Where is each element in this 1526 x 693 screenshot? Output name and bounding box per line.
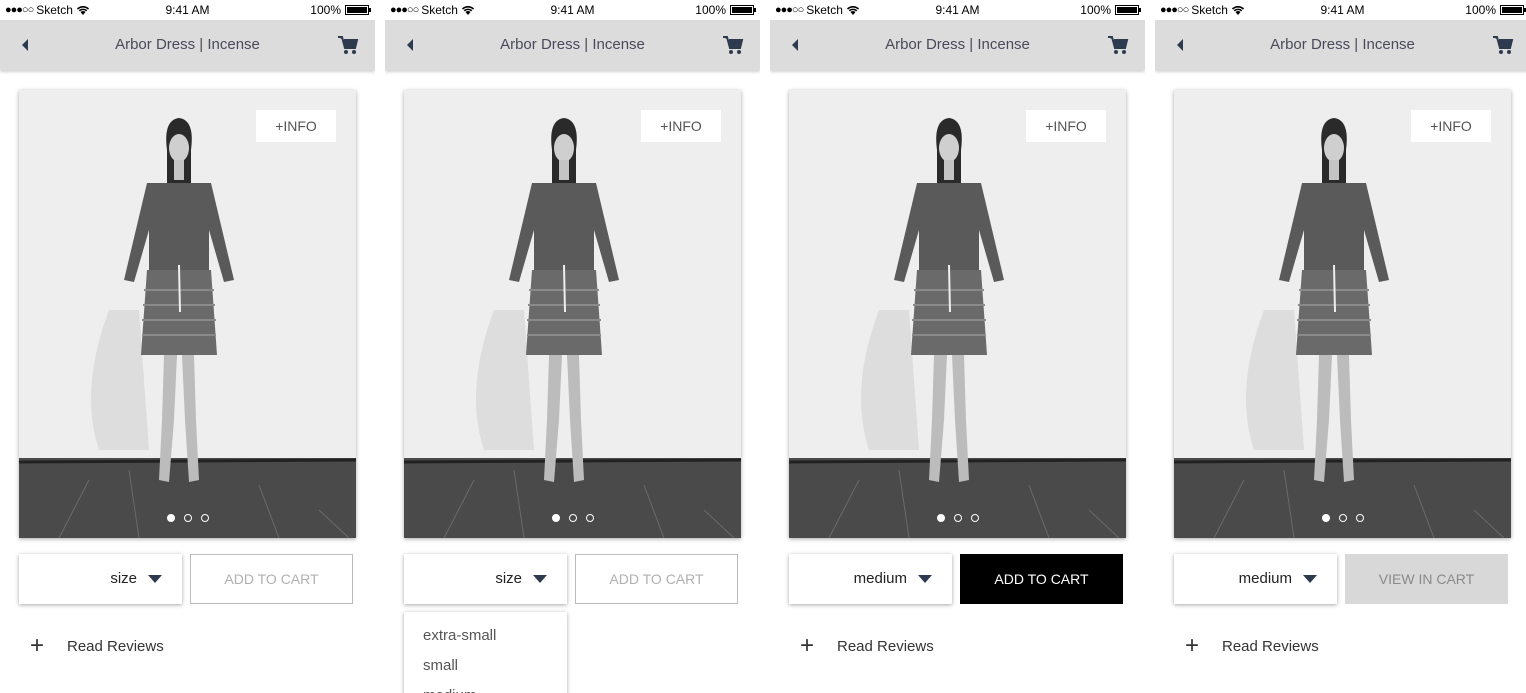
status-bar: ●●●○○ Sketch 9:41 AM 100% [770,0,1145,20]
screen-size-unselected: ●●●○○ Sketch 9:41 AM 100% Arbor Dress | … [0,0,375,693]
back-button[interactable] [786,36,804,54]
carousel-pagination [404,514,741,522]
plus-icon: + [30,632,45,659]
cart-icon[interactable] [337,34,359,56]
product-image-carousel[interactable]: +INFO [19,90,356,538]
chevron-down-icon [918,575,932,583]
nav-bar: Arbor Dress | Incense [770,20,1145,70]
nav-bar: Arbor Dress | Incense [385,20,760,70]
battery-icon [1115,5,1141,15]
carousel-pagination [19,514,356,522]
size-select-value: medium [1238,570,1292,587]
back-button[interactable] [401,36,419,54]
battery-percent: 100% [1465,3,1496,17]
size-option[interactable]: medium [423,687,476,693]
info-button[interactable]: +INFO [641,110,721,142]
size-select[interactable]: size [404,554,567,604]
read-reviews-label: Read Reviews [67,637,164,655]
size-select-value: size [110,570,137,587]
carousel-dot[interactable] [585,514,594,522]
carousel-dot[interactable] [166,514,175,522]
back-button[interactable] [1171,36,1189,54]
carousel-pagination [1174,514,1511,522]
size-dropdown-menu: extra-small small medium [404,612,567,693]
carousel-dot[interactable] [183,514,192,522]
size-select[interactable]: medium [1174,554,1337,604]
size-select[interactable]: medium [789,554,952,604]
back-arrow-icon [407,39,413,51]
nav-bar: Arbor Dress | Incense [1155,20,1526,70]
size-select-value: medium [853,570,907,587]
plus-icon: + [800,632,815,659]
read-reviews-toggle[interactable]: + Read Reviews [30,632,164,659]
back-arrow-icon [1177,39,1183,51]
read-reviews-label: Read Reviews [1222,637,1319,655]
add-to-cart-button-disabled[interactable]: ADD TO CART [190,554,353,604]
nav-bar: Arbor Dress | Incense [0,20,375,70]
cart-icon[interactable] [722,34,744,56]
cart-icon[interactable] [1107,34,1129,56]
carousel-dot[interactable] [1355,514,1364,522]
page-title: Arbor Dress | Incense [500,36,645,53]
carousel-dot[interactable] [953,514,962,522]
info-button[interactable]: +INFO [1411,110,1491,142]
product-image-carousel[interactable]: +INFO [789,90,1126,538]
back-arrow-icon [792,39,798,51]
carousel-dot[interactable] [568,514,577,522]
status-bar: ●●●○○ Sketch 9:41 AM 100% [0,0,375,20]
product-photo [404,90,741,538]
chevron-down-icon [148,575,162,583]
battery-percent: 100% [310,3,341,17]
carousel-dot[interactable] [1321,514,1330,522]
read-reviews-toggle[interactable]: + Read Reviews [800,632,934,659]
screen-size-dropdown-open: ●●●○○ Sketch 9:41 AM 100% Arbor Dress | … [385,0,760,693]
carousel-pagination [789,514,1126,522]
read-reviews-toggle[interactable]: + Read Reviews [1185,632,1319,659]
battery-percent: 100% [695,3,726,17]
page-title: Arbor Dress | Incense [1270,36,1415,53]
battery-icon [345,5,371,15]
battery-icon [730,5,756,15]
chevron-down-icon [1303,575,1317,583]
size-select[interactable]: size [19,554,182,604]
product-photo [1174,90,1511,538]
battery-percent: 100% [1080,3,1111,17]
carousel-dot[interactable] [970,514,979,522]
product-photo [19,90,356,538]
carousel-dot[interactable] [551,514,560,522]
back-button[interactable] [16,36,34,54]
back-arrow-icon [22,39,28,51]
screen-size-selected: ●●●○○ Sketch 9:41 AM 100% Arbor Dress | … [770,0,1145,693]
cart-icon[interactable] [1492,34,1514,56]
carousel-dot[interactable] [936,514,945,522]
screen-item-in-cart: ●●●○○ Sketch 9:41 AM 100% Arbor Dress | … [1155,0,1526,693]
add-to-cart-button-disabled[interactable]: ADD TO CART [575,554,738,604]
plus-icon: + [1185,632,1200,659]
read-reviews-label: Read Reviews [837,637,934,655]
view-in-cart-button[interactable]: VIEW IN CART [1345,554,1508,604]
size-option[interactable]: extra-small [423,627,496,644]
chevron-down-icon [533,575,547,583]
product-photo [789,90,1126,538]
battery-icon [1500,5,1526,15]
page-title: Arbor Dress | Incense [115,36,260,53]
status-bar: ●●●○○ Sketch 9:41 AM 100% [1155,0,1526,20]
add-to-cart-button[interactable]: ADD TO CART [960,554,1123,604]
page-title: Arbor Dress | Incense [885,36,1030,53]
carousel-dot[interactable] [200,514,209,522]
size-option[interactable]: small [423,657,458,674]
size-select-value: size [495,570,522,587]
product-image-carousel[interactable]: +INFO [1174,90,1511,538]
info-button[interactable]: +INFO [1026,110,1106,142]
info-button[interactable]: +INFO [256,110,336,142]
product-image-carousel[interactable]: +INFO [404,90,741,538]
carousel-dot[interactable] [1338,514,1347,522]
status-bar: ●●●○○ Sketch 9:41 AM 100% [385,0,760,20]
